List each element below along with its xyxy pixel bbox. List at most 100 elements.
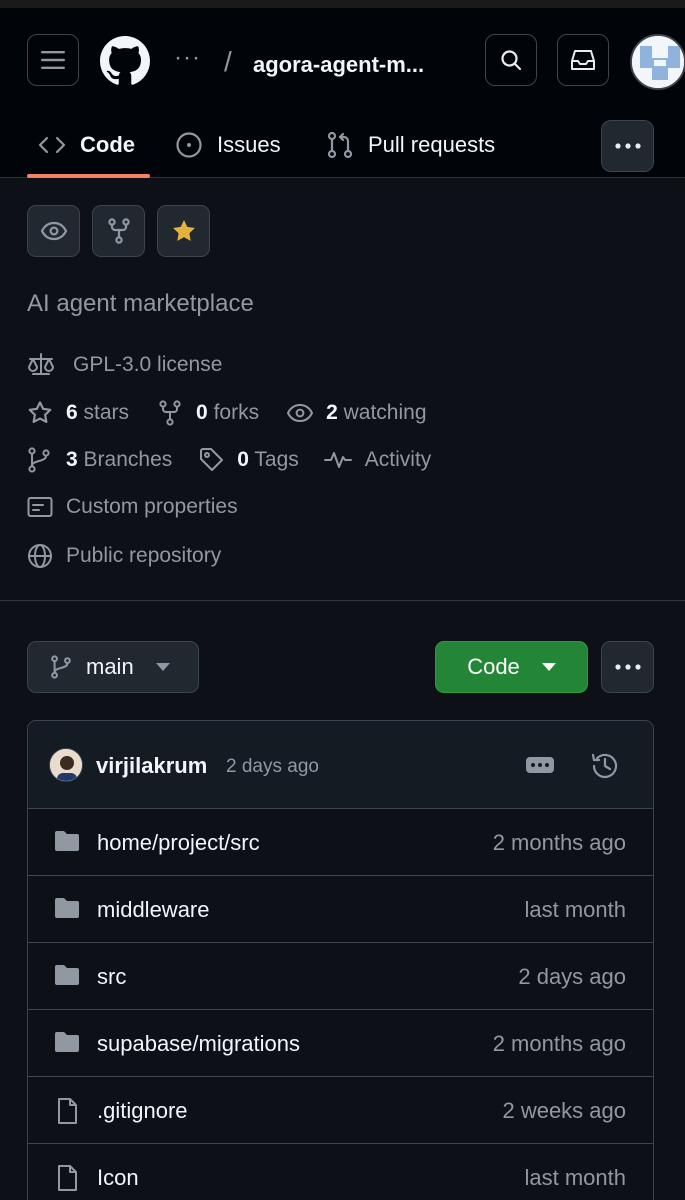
triangle-down-icon [155,663,170,671]
custom-properties-row[interactable]: Custom properties [27,495,238,519]
file-row[interactable]: middleware last month [28,876,653,943]
watching-count: 2 [326,401,338,424]
file-date: last month [524,897,627,922]
star-icon [28,401,52,423]
file-date: 2 weeks ago [502,1098,626,1123]
tag-icon [200,448,224,471]
tab-code[interactable]: Code [38,112,135,178]
breadcrumb-overflow[interactable]: ··· [174,44,201,72]
file-name[interactable]: middleware [97,897,210,923]
branch-name: main [86,654,134,679]
code-icon [38,136,66,154]
file-row[interactable]: Icon last month [28,1144,653,1200]
git-branch-icon [51,655,71,679]
fork-button[interactable] [92,205,145,257]
license-label: GPL-3.0 license [73,353,223,376]
git-branch-icon [28,447,50,473]
file-date: 2 days ago [518,964,626,989]
file-row[interactable]: src 2 days ago [28,943,653,1010]
folder-icon [55,898,79,918]
file-row[interactable]: .gitignore 2 weeks ago [28,1077,653,1144]
globe-icon [28,544,52,568]
kebab-horizontal-icon [614,664,641,670]
note-icon [27,497,53,517]
stats-row-2: 3 Branches 0 Tags Activity [27,447,431,473]
search-icon [501,50,522,71]
forks-link[interactable]: 0 forks [196,401,259,425]
issue-opened-icon [176,132,202,158]
stars-link[interactable]: 6 stars [66,401,129,425]
commit-message-toggle-icon[interactable] [525,754,555,776]
folder-icon [55,1032,79,1052]
git-pull-request-icon [327,131,353,159]
forks-count: 0 [196,401,208,424]
custom-properties-label: Custom properties [66,495,238,518]
file-icon [58,1165,77,1191]
file-name[interactable]: Icon [97,1165,139,1191]
commit-author-avatar[interactable] [49,748,83,782]
tab-pull-requests-label: Pull requests [368,132,496,157]
history-icon[interactable] [590,751,620,781]
tab-issues-label: Issues [217,132,281,157]
top-strip [0,0,685,8]
triangle-down-icon [541,663,556,671]
branches-link[interactable]: 3 Branches [66,448,172,472]
user-avatar[interactable] [630,34,685,90]
search-button[interactable] [485,34,537,86]
file-icon [58,1098,77,1124]
folder-icon [55,965,79,985]
file-name[interactable]: .gitignore [97,1098,188,1124]
tab-code-label: Code [80,132,135,157]
watching-link[interactable]: 2 watching [326,401,426,425]
file-row[interactable]: supabase/migrations 2 months ago [28,1010,653,1077]
active-tab-indicator [27,174,150,178]
eye-icon [286,403,314,423]
folder-icon [55,831,79,851]
tags-link[interactable]: 0 Tags [237,448,299,472]
eye-icon [40,221,67,241]
repo-overflow-button[interactable] [601,641,654,693]
tab-pull-requests[interactable]: Pull requests [326,112,495,178]
github-logo-icon[interactable] [100,36,150,86]
section-divider [0,600,685,601]
breadcrumb-separator: / [224,46,232,77]
stars-label: stars [83,401,130,424]
license-row[interactable]: GPL-3.0 license [27,352,222,378]
site-header: ··· / agora-agent-m... Code Issues Pull … [0,8,685,178]
file-name[interactable]: src [97,964,126,990]
file-name[interactable]: home/project/src [97,830,260,856]
code-download-button[interactable]: Code [435,641,588,693]
code-button-label: Code [467,654,520,679]
visibility-row: Public repository [27,543,221,569]
branch-selector-button[interactable]: main [27,641,199,693]
branches-label: Branches [83,448,173,471]
repo-forked-icon [159,400,181,426]
tags-count: 0 [237,448,249,471]
file-row[interactable]: home/project/src 2 months ago [28,809,653,876]
star-button[interactable] [157,205,210,257]
inbox-button[interactable] [557,34,609,86]
forks-label: forks [213,401,260,424]
watching-label: watching [343,401,427,424]
identicon-icon [632,36,684,88]
inbox-icon [571,50,595,70]
person-avatar-icon [50,749,82,781]
activity-link[interactable]: Activity [365,448,432,472]
star-fill-icon [172,219,195,241]
commit-author-name[interactable]: virjilakrum [96,753,207,779]
tabs-overflow-button[interactable] [601,120,654,172]
tab-issues[interactable]: Issues [175,112,281,178]
file-date: 2 months ago [492,830,626,855]
branches-count: 3 [66,448,78,471]
stars-count: 6 [66,401,78,424]
hamburger-icon [41,51,65,69]
menu-button[interactable] [27,34,79,86]
visibility-label: Public repository [66,544,222,567]
file-date: 2 months ago [492,1031,626,1056]
latest-commit-bar: virjilakrum 2 days ago [28,721,653,809]
watch-button[interactable] [27,205,80,257]
file-name[interactable]: supabase/migrations [97,1031,300,1057]
kebab-horizontal-icon [614,143,641,149]
stats-row-1: 6 stars 0 forks 2 watching [27,400,427,426]
breadcrumb-repo-name[interactable]: agora-agent-m... [253,52,424,78]
